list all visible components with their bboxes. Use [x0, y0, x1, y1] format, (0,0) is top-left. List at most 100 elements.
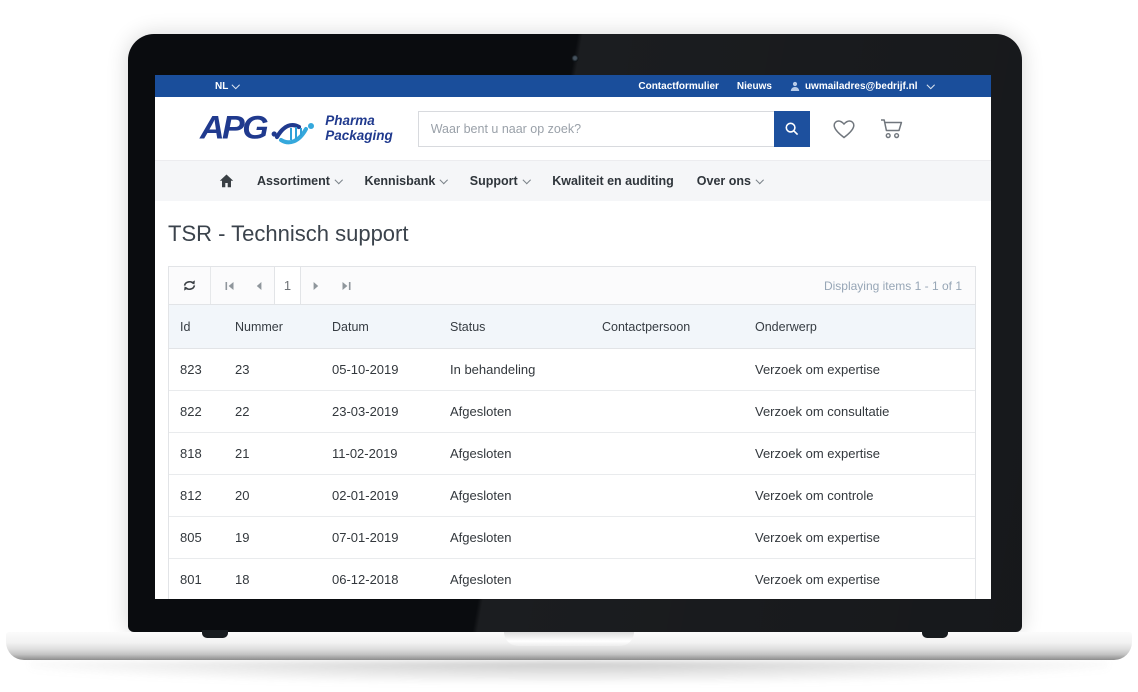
cell-onderwerp: Verzoek om expertise — [744, 349, 975, 391]
table-header-row: Id Nummer Datum Status Contactpersoon On… — [169, 305, 975, 349]
cell-nummer: 23 — [224, 349, 321, 391]
nav-item-kwaliteit-en-auditing[interactable]: Kwaliteit en auditing — [552, 174, 674, 188]
cell-status: Afgesloten — [439, 391, 591, 433]
laptop-base — [6, 632, 1132, 660]
home-icon — [219, 174, 234, 188]
hinge-tab — [202, 630, 228, 638]
prev-page-icon — [254, 281, 264, 291]
cell-id: 818 — [169, 433, 224, 475]
cell-datum: 05-10-2019 — [321, 349, 439, 391]
cell-contactpersoon — [591, 559, 744, 600]
cart-button[interactable] — [878, 116, 906, 141]
nav-label: Over ons — [697, 174, 751, 188]
tsr-grid: 1 Displaying ite — [168, 266, 976, 599]
laptop-bezel: NL Contactformulier Nieuws uwmailadres@b… — [128, 34, 1022, 632]
last-page-icon — [341, 281, 352, 291]
topbar-link-contactformulier[interactable]: Contactformulier — [638, 81, 719, 92]
logo-brand-text: Pharma Packaging — [325, 114, 393, 144]
cell-nummer: 21 — [224, 433, 321, 475]
chevron-down-icon — [756, 176, 764, 184]
search-icon — [784, 121, 800, 137]
displaying-items-status: Displaying items 1 - 1 of 1 — [824, 279, 962, 293]
wishlist-button[interactable] — [831, 117, 857, 141]
cell-onderwerp: Verzoek om expertise — [744, 559, 975, 600]
site-logo[interactable]: APG Pharma Packaging — [200, 109, 393, 148]
cell-nummer: 18 — [224, 559, 321, 600]
nav-label: Kennisbank — [364, 174, 435, 188]
table-row[interactable]: 812 20 02-01-2019 Afgesloten Verzoek om … — [169, 475, 975, 517]
cell-datum: 23-03-2019 — [321, 391, 439, 433]
dna-helix-icon — [271, 116, 319, 146]
topbar-link-nieuws[interactable]: Nieuws — [737, 81, 772, 92]
table-row[interactable]: 805 19 07-01-2019 Afgesloten Verzoek om … — [169, 517, 975, 559]
cell-nummer: 20 — [224, 475, 321, 517]
nav-item-assortiment[interactable]: Assortiment — [257, 174, 341, 188]
nav-label: Assortiment — [257, 174, 330, 188]
cell-id: 823 — [169, 349, 224, 391]
nav-label: Support — [470, 174, 518, 188]
person-icon — [790, 81, 800, 91]
cell-contactpersoon — [591, 475, 744, 517]
next-page-icon — [311, 281, 321, 291]
table-row[interactable]: 818 21 11-02-2019 Afgesloten Verzoek om … — [169, 433, 975, 475]
logo-acronym: APG — [200, 110, 266, 147]
chevron-down-icon — [926, 81, 934, 89]
cell-datum: 07-01-2019 — [321, 517, 439, 559]
refresh-button[interactable] — [169, 267, 211, 304]
cell-id: 801 — [169, 559, 224, 600]
laptop-reflection — [30, 661, 1108, 683]
nav-item-kennisbank[interactable]: Kennisbank — [364, 174, 446, 188]
webcam-icon — [572, 55, 579, 62]
language-label: NL — [215, 81, 228, 92]
last-page-button[interactable] — [331, 267, 361, 304]
nav-item-over-ons[interactable]: Over ons — [697, 174, 763, 188]
current-page-indicator[interactable]: 1 — [274, 267, 301, 304]
first-page-icon — [224, 281, 235, 291]
logo-brand-line1: Pharma — [325, 113, 375, 128]
search-input[interactable] — [418, 111, 774, 147]
column-header-datum[interactable]: Datum — [321, 305, 439, 349]
column-header-status[interactable]: Status — [439, 305, 591, 349]
search-button[interactable] — [774, 111, 810, 147]
cell-contactpersoon — [591, 349, 744, 391]
cell-datum: 11-02-2019 — [321, 433, 439, 475]
refresh-icon — [182, 279, 197, 292]
chevron-down-icon — [440, 176, 448, 184]
cell-nummer: 19 — [224, 517, 321, 559]
table-row[interactable]: 822 22 23-03-2019 Afgesloten Verzoek om … — [169, 391, 975, 433]
chevron-down-icon — [523, 176, 531, 184]
hinge-tab — [922, 630, 948, 638]
first-page-button[interactable] — [214, 267, 244, 304]
nav-item-support[interactable]: Support — [470, 174, 529, 188]
cell-status: Afgesloten — [439, 433, 591, 475]
chevron-down-icon — [335, 176, 343, 184]
table-row[interactable]: 823 23 05-10-2019 In behandeling Verzoek… — [169, 349, 975, 391]
cell-datum: 06-12-2018 — [321, 559, 439, 600]
column-header-onderwerp[interactable]: Onderwerp — [744, 305, 975, 349]
cell-status: Afgesloten — [439, 559, 591, 600]
tsr-table: Id Nummer Datum Status Contactpersoon On… — [169, 305, 975, 599]
nav-label: Kwaliteit en auditing — [552, 174, 674, 188]
cell-contactpersoon — [591, 433, 744, 475]
column-header-nummer[interactable]: Nummer — [224, 305, 321, 349]
cell-nummer: 22 — [224, 391, 321, 433]
cell-onderwerp: Verzoek om consultatie — [744, 391, 975, 433]
next-page-button[interactable] — [301, 267, 331, 304]
page-content: TSR - Technisch support — [155, 219, 991, 599]
cell-status: Afgesloten — [439, 475, 591, 517]
page-title: TSR - Technisch support — [168, 219, 976, 249]
cell-datum: 02-01-2019 — [321, 475, 439, 517]
laptop-screen: NL Contactformulier Nieuws uwmailadres@b… — [155, 75, 991, 599]
nav-home[interactable] — [219, 174, 234, 188]
prev-page-button[interactable] — [244, 267, 274, 304]
account-menu[interactable]: uwmailadres@bedrijf.nl — [790, 81, 933, 92]
logo-brand-line2: Packaging — [325, 128, 393, 143]
heart-icon — [831, 117, 857, 141]
language-selector[interactable]: NL — [215, 81, 239, 92]
cell-id: 812 — [169, 475, 224, 517]
cell-status: Afgesloten — [439, 517, 591, 559]
column-header-id[interactable]: Id — [169, 305, 224, 349]
cell-onderwerp: Verzoek om controle — [744, 475, 975, 517]
column-header-contactpersoon[interactable]: Contactpersoon — [591, 305, 744, 349]
table-row[interactable]: 801 18 06-12-2018 Afgesloten Verzoek om … — [169, 559, 975, 600]
